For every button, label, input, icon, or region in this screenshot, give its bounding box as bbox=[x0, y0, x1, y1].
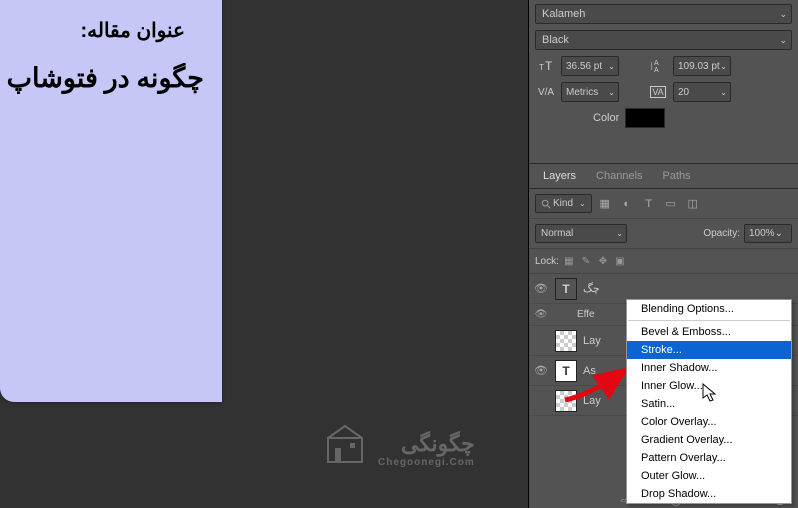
filter-adjust-icon[interactable]: ◐ bbox=[618, 195, 636, 213]
filter-smart-icon[interactable]: ◫ bbox=[684, 195, 702, 213]
font-style-select[interactable]: Black⌄ bbox=[535, 30, 792, 50]
doc-title: عنوان مقاله: bbox=[0, 18, 185, 43]
opacity-label: Opacity: bbox=[703, 228, 740, 239]
color-label: Color bbox=[593, 112, 619, 124]
filter-type-icon[interactable]: T bbox=[640, 195, 658, 213]
svg-text:A: A bbox=[654, 67, 659, 73]
chevron-down-icon: ⌄ bbox=[720, 88, 727, 97]
layer-style-context-menu: Blending Options... Bevel & Emboss... St… bbox=[626, 299, 792, 504]
tracking-input[interactable]: 20⌄ bbox=[673, 82, 731, 102]
opacity-input[interactable]: 100%⌄ bbox=[744, 224, 792, 243]
tracking-icon: VA bbox=[647, 82, 669, 102]
kerning-input[interactable]: Metrics⌄ bbox=[561, 82, 619, 102]
visibility-icon[interactable]: 👁 bbox=[533, 309, 549, 320]
filter-shape-icon[interactable]: ▭ bbox=[662, 195, 680, 213]
lock-position-icon[interactable]: ✥ bbox=[596, 254, 610, 268]
visibility-icon[interactable]: 👁 bbox=[533, 364, 549, 377]
visibility-icon[interactable]: 👁 bbox=[533, 282, 549, 295]
filter-pixels-icon[interactable]: ▦ bbox=[596, 195, 614, 213]
leading-icon: AA bbox=[647, 56, 669, 76]
menu-gradient-overlay[interactable]: Gradient Overlay... bbox=[627, 431, 791, 449]
menu-stroke[interactable]: Stroke... bbox=[627, 341, 791, 359]
leading-input[interactable]: 109.03 pt⌄ bbox=[673, 56, 731, 76]
canvas-area: عنوان مقاله: چگونه در فتوشاپ دو چگونگی C… bbox=[0, 0, 528, 508]
tab-channels[interactable]: Channels bbox=[588, 164, 650, 188]
lock-label: Lock: bbox=[535, 256, 559, 267]
layer-filter-kind[interactable]: Kind ⌄ bbox=[535, 194, 592, 213]
search-icon bbox=[541, 199, 551, 209]
layer-thumb-icon bbox=[555, 330, 577, 352]
chevron-down-icon: ⌄ bbox=[616, 229, 623, 238]
tab-paths[interactable]: Paths bbox=[655, 164, 699, 188]
lock-transparent-icon[interactable]: ▦ bbox=[562, 254, 576, 268]
menu-blending-options[interactable]: Blending Options... bbox=[627, 300, 791, 318]
chevron-down-icon: ⌄ bbox=[779, 9, 787, 20]
menu-inner-glow[interactable]: Inner Glow... bbox=[627, 377, 791, 395]
panel-divider bbox=[529, 130, 798, 164]
chevron-down-icon: ⌄ bbox=[579, 199, 586, 208]
chevron-down-icon: ⌄ bbox=[608, 88, 615, 97]
chevron-down-icon: ⌄ bbox=[720, 62, 727, 71]
layer-thumb-icon bbox=[555, 390, 577, 412]
character-panel: Kalameh⌄ Black⌄ TT 36.56 pt⌄ AA 109.03 p… bbox=[529, 0, 798, 130]
layer-thumb-type-icon: T bbox=[555, 360, 577, 382]
menu-separator bbox=[628, 320, 790, 321]
menu-satin[interactable]: Satin... bbox=[627, 395, 791, 413]
menu-bevel-emboss[interactable]: Bevel & Emboss... bbox=[627, 323, 791, 341]
font-size-icon: TT bbox=[535, 56, 557, 76]
font-family-select[interactable]: Kalameh⌄ bbox=[535, 4, 792, 24]
menu-drop-shadow[interactable]: Drop Shadow... bbox=[627, 485, 791, 503]
svg-text:T: T bbox=[545, 59, 553, 73]
layer-thumb-type-icon: T bbox=[555, 278, 577, 300]
document: عنوان مقاله: چگونه در فتوشاپ دو bbox=[0, 0, 222, 402]
blend-mode-select[interactable]: Normal⌄ bbox=[535, 224, 627, 243]
svg-text:T: T bbox=[539, 63, 544, 72]
kerning-icon: V/A bbox=[535, 82, 557, 102]
lock-artboard-icon[interactable]: ▣ bbox=[613, 254, 627, 268]
menu-inner-shadow[interactable]: Inner Shadow... bbox=[627, 359, 791, 377]
tab-layers[interactable]: Layers bbox=[535, 164, 584, 188]
chevron-down-icon: ⌄ bbox=[608, 62, 615, 71]
menu-pattern-overlay[interactable]: Pattern Overlay... bbox=[627, 449, 791, 467]
doc-body: چگونه در فتوشاپ دو bbox=[0, 63, 204, 94]
watermark-logo bbox=[320, 418, 370, 468]
menu-outer-glow[interactable]: Outer Glow... bbox=[627, 467, 791, 485]
lock-pixels-icon[interactable]: ✎ bbox=[579, 254, 593, 268]
chevron-down-icon: ⌄ bbox=[775, 228, 783, 239]
watermark: چگونگی Chegoonegi.Com bbox=[320, 418, 475, 468]
font-size-input[interactable]: 36.56 pt⌄ bbox=[561, 56, 619, 76]
chevron-down-icon: ⌄ bbox=[779, 35, 787, 46]
svg-text:A: A bbox=[654, 60, 659, 67]
color-swatch[interactable] bbox=[625, 108, 665, 128]
menu-color-overlay[interactable]: Color Overlay... bbox=[627, 413, 791, 431]
